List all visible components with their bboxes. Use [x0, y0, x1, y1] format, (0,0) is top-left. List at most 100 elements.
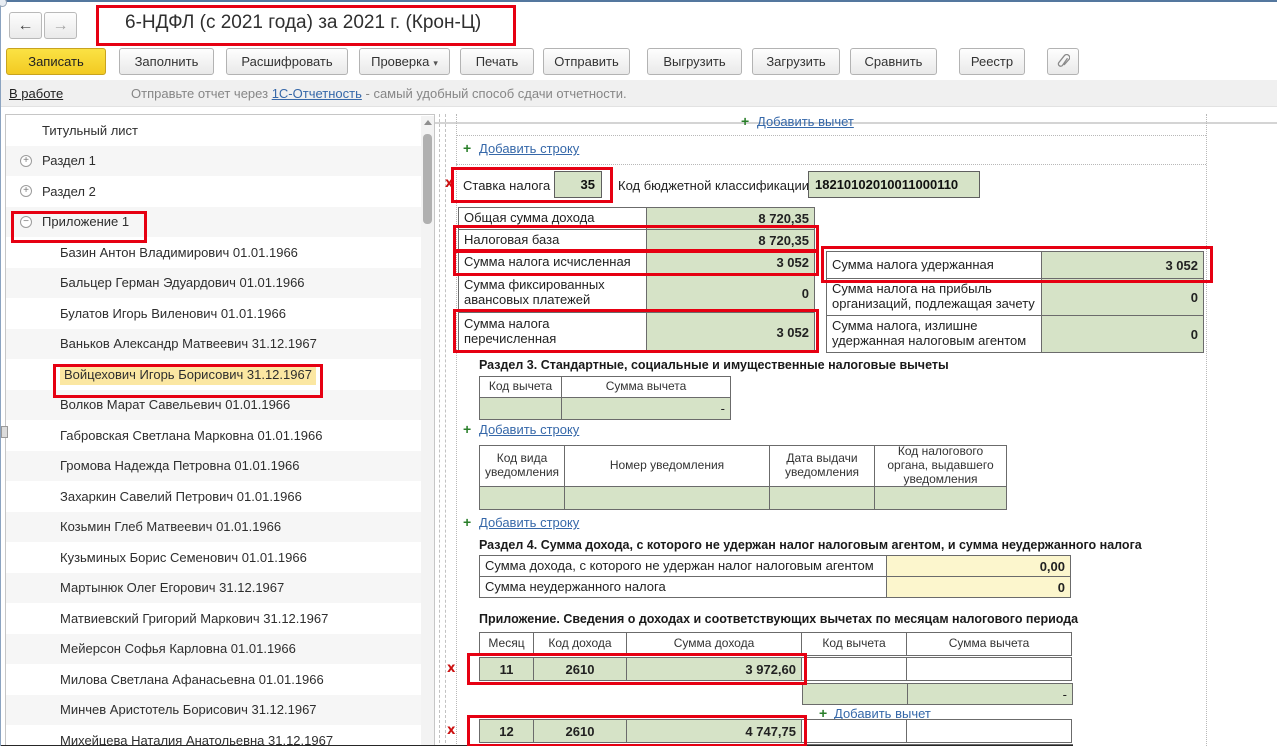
column-header: Месяц — [479, 632, 534, 656]
delete-row-icon[interactable]: x — [447, 723, 455, 738]
tree-item-employee[interactable]: Волков Марат Савельевич 01.01.1966 — [6, 390, 434, 421]
month-cell[interactable]: 11 — [479, 657, 534, 681]
delete-row-icon[interactable]: x — [445, 176, 453, 191]
plus-icon[interactable]: + — [741, 113, 749, 129]
plus-icon[interactable]: + — [463, 421, 471, 437]
status-bar: В работе Отправьте отчет через 1С-Отчетн… — [1, 80, 1277, 107]
column-header: Номер уведомления — [564, 445, 770, 487]
tree-item-employee[interactable]: Базин Антон Владимирович 01.01.1966 — [6, 237, 434, 268]
panel-splitter[interactable] — [439, 114, 440, 746]
tree-item-employee[interactable]: Захаркин Савелий Петрович 01.01.1966 — [6, 481, 434, 512]
expand-icon[interactable]: + — [20, 155, 32, 167]
income-code-cell[interactable]: 2610 — [533, 719, 627, 743]
upload-button[interactable]: Выгрузить — [647, 48, 742, 75]
send-button[interactable]: Отправить — [543, 48, 630, 75]
tree-item-employee[interactable]: Минчев Аристотель Борисович 31.12.1967 — [6, 695, 434, 726]
row-value[interactable]: 3 052 — [646, 251, 815, 274]
row-value[interactable]: 0 — [1041, 315, 1204, 353]
delete-row-icon[interactable]: x — [447, 661, 455, 676]
expand-icon[interactable]: + — [20, 185, 32, 197]
status-state-link[interactable]: В работе — [9, 86, 63, 101]
add-row-link-mid[interactable]: Добавить строку — [479, 422, 579, 437]
print-button[interactable]: Печать — [460, 48, 534, 75]
deduction-code-cell[interactable] — [801, 657, 907, 681]
notice-cell[interactable] — [479, 486, 565, 510]
kbk-field[interactable]: 18210102010011000110 — [808, 171, 980, 198]
income-sum-cell[interactable]: 3 972,60 — [626, 657, 802, 681]
tree-item-section1[interactable]: +Раздел 1 — [6, 146, 434, 177]
tree-item-employee[interactable]: Громова Надежда Петровна 01.01.1966 — [6, 451, 434, 482]
panel-splitter[interactable] — [445, 114, 446, 746]
deduction-code-cell[interactable] — [801, 719, 907, 743]
back-button[interactable]: ← — [9, 12, 42, 39]
plus-icon[interactable]: + — [463, 514, 471, 530]
decipher-button[interactable]: Расшифровать — [226, 48, 348, 75]
notice-cell[interactable] — [769, 486, 875, 510]
tree-item-employee-selected[interactable]: Войцехович Игорь Борисович 31.12.1967 — [6, 359, 434, 390]
scroll-up-arrow-icon[interactable] — [424, 120, 432, 125]
plus-icon[interactable]: + — [463, 140, 471, 156]
deduction-sum-cell[interactable]: - — [907, 683, 1073, 705]
tree-item-section2[interactable]: +Раздел 2 — [6, 176, 434, 207]
deduction-sum-cell[interactable] — [906, 719, 1072, 743]
collapse-icon[interactable]: − — [20, 216, 32, 228]
group-border — [1206, 114, 1207, 746]
save-button[interactable]: Записать — [6, 48, 106, 75]
tree-item-employee[interactable]: Кузьминых Борис Семенович 01.01.1966 — [6, 542, 434, 573]
add-row-link-top[interactable]: Добавить строку — [479, 141, 579, 156]
tree-item-employee[interactable]: Габровская Светлана Марковна 01.01.1966 — [6, 420, 434, 451]
tree-item-employee[interactable]: Мартынюк Олег Егорович 31.12.1967 — [6, 573, 434, 604]
deduction-code-cell[interactable] — [802, 683, 908, 705]
tree-item-employee[interactable]: Бальцер Герман Эдуардович 01.01.1966 — [6, 268, 434, 299]
tree-item-label: Матвиевский Григорий Маркович 31.12.1967 — [60, 611, 328, 626]
deduction-code-cell[interactable] — [479, 397, 562, 420]
notice-cell[interactable] — [564, 486, 770, 510]
tree-item-employee[interactable]: Ваньков Александр Матвеевич 31.12.1967 — [6, 329, 434, 360]
income-sum-cell[interactable]: 4 747,75 — [626, 719, 802, 743]
deduction-sum-cell[interactable]: - — [561, 397, 731, 420]
row-value[interactable]: 0 — [646, 273, 815, 313]
tree-item-label: Габровская Светлана Марковна 01.01.1966 — [60, 428, 323, 443]
load-button[interactable]: Загрузить — [752, 48, 840, 75]
splitter-handle-icon[interactable] — [0, 0, 7, 7]
status-message: Отправьте отчет через 1С-Отчетность - са… — [131, 86, 627, 101]
notice-cell[interactable] — [874, 486, 1007, 510]
row-value[interactable]: 0,00 — [886, 555, 1071, 577]
tree-item-label: Базин Антон Владимирович 01.01.1966 — [60, 245, 298, 260]
tree-item-appendix1[interactable]: −Приложение 1 — [6, 207, 434, 238]
row-value[interactable]: 8 720,35 — [646, 229, 815, 252]
row-value[interactable]: 8 720,35 — [646, 207, 815, 230]
month-cell[interactable]: 12 — [479, 719, 534, 743]
deduction-sum-cell[interactable] — [906, 657, 1072, 681]
reporting-service-link[interactable]: 1С-Отчетность — [272, 86, 362, 101]
appendix-title: Приложение. Сведения о доходах и соответ… — [479, 612, 1078, 626]
tree-item-employee[interactable]: Михейцева Наталия Анатольевна 31.12.1967 — [6, 725, 434, 746]
row-value[interactable]: 3 052 — [646, 312, 815, 352]
section3-title: Раздел 3. Стандартные, социальные и имущ… — [479, 358, 949, 372]
attachment-button[interactable] — [1047, 48, 1079, 75]
tree-item-employee[interactable]: Милова Светлана Афанасьевна 01.01.1966 — [6, 664, 434, 695]
fill-button[interactable]: Заполнить — [119, 48, 214, 75]
tree-item-employee[interactable]: Булатов Игорь Виленович 01.01.1966 — [6, 298, 434, 329]
tax-rate-field[interactable]: 35 — [554, 171, 602, 198]
tree-item-employee[interactable]: Матвиевский Григорий Маркович 31.12.1967 — [6, 603, 434, 634]
tree-item-title-page[interactable]: Титульный лист — [6, 115, 434, 146]
scrollbar-thumb[interactable] — [423, 134, 432, 224]
dropdown-arrow-icon: ▾ — [433, 58, 438, 68]
forward-button[interactable]: → — [44, 12, 77, 39]
table-header-row: Код вычета Сумма вычета — [479, 376, 731, 398]
add-deduction-link-top[interactable]: Добавить вычет — [757, 114, 854, 129]
tree-item-employee[interactable]: Мейерсон Софья Карловна 01.01.1966 — [6, 634, 434, 665]
income-code-cell[interactable]: 2610 — [533, 657, 627, 681]
check-menu-button[interactable]: Проверка▾ — [359, 48, 450, 75]
registry-button[interactable]: Реестр — [959, 48, 1025, 75]
add-row-link-bottom[interactable]: Добавить строку — [479, 515, 579, 530]
row-value[interactable]: 0 — [886, 576, 1071, 598]
row-value[interactable]: 0 — [1041, 278, 1204, 316]
group-border — [456, 135, 1206, 136]
sidebar-scrollbar[interactable] — [421, 116, 434, 746]
sidebar-splitter-handle-icon[interactable] — [1, 426, 8, 438]
compare-button[interactable]: Сравнить — [850, 48, 937, 75]
tree-item-employee[interactable]: Козьмин Глеб Матвеевич 01.01.1966 — [6, 512, 434, 543]
row-value[interactable]: 3 052 — [1041, 251, 1204, 279]
